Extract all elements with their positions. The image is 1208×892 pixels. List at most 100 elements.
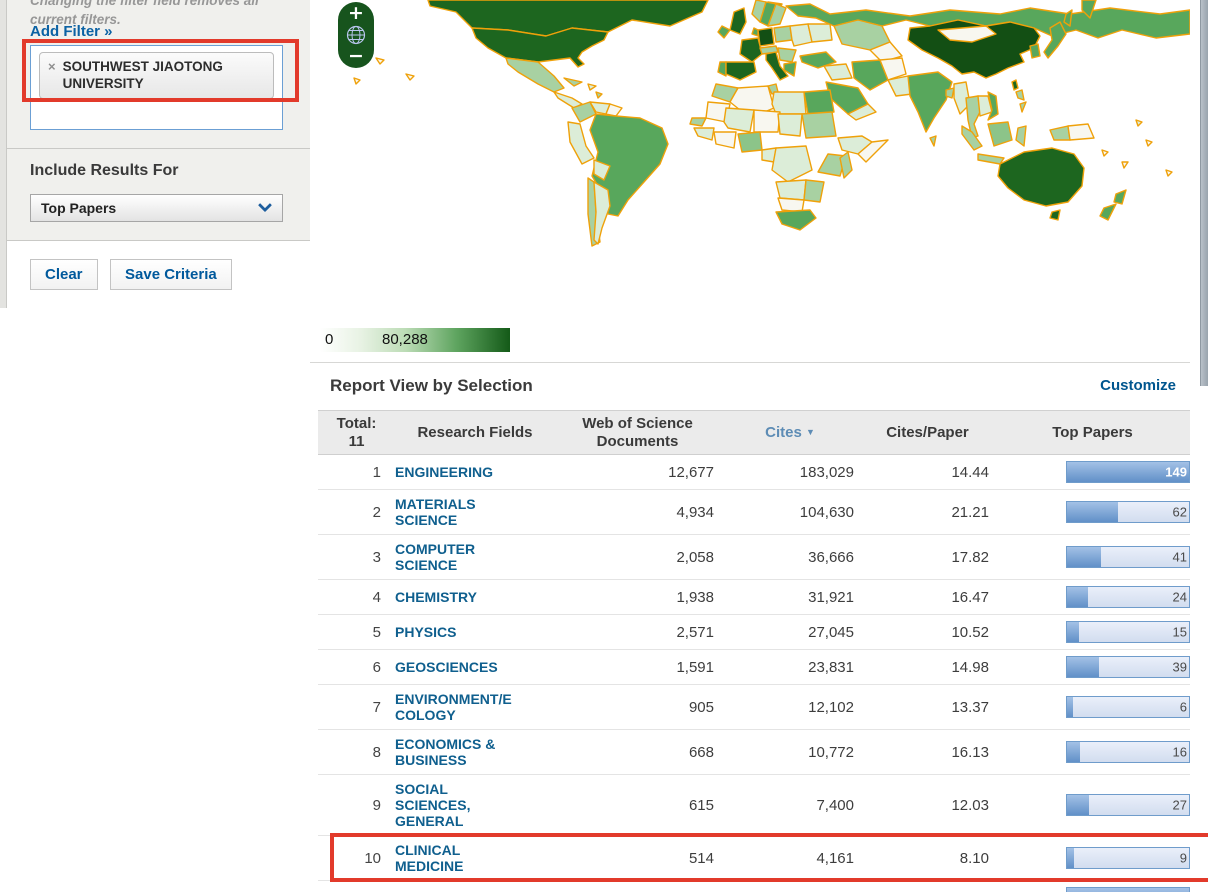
filter-tag: × SOUTHWEST JIAOTONG UNIVERSITY <box>39 52 274 99</box>
top-papers-cell: 6 <box>995 696 1190 718</box>
wos-documents-value: 2,571 <box>555 624 720 641</box>
research-field-link[interactable]: CLINICAL MEDICINE <box>395 842 555 874</box>
cites-value: 27,045 <box>720 624 860 641</box>
research-field-link[interactable]: ENVIRONMENT/E COLOGY <box>395 691 555 723</box>
top-papers-bar-fill <box>1067 657 1099 677</box>
save-criteria-button[interactable]: Save Criteria <box>110 259 232 290</box>
wos-documents-value: 2,058 <box>555 549 720 566</box>
row-rank: 3 <box>318 549 395 566</box>
row-rank: 10 <box>318 850 395 867</box>
research-field-link[interactable]: COMPUTER SCIENCE <box>395 541 555 573</box>
research-field-link[interactable]: ECONOMICS & BUSINESS <box>395 736 555 768</box>
top-papers-bar: 9 <box>1066 847 1190 869</box>
choropleth-world-map[interactable] <box>310 0 1190 310</box>
table-row: 6GEOSCIENCES1,59123,83114.9839 <box>318 650 1190 685</box>
report-header: Report View by Selection Customize <box>310 364 1208 410</box>
cites-value: 104,630 <box>720 504 860 521</box>
top-papers-cell: 149 <box>995 461 1190 483</box>
top-papers-value: 24 <box>1173 590 1187 605</box>
table-row: 1ENGINEERING12,677183,02914.44149 <box>318 455 1190 490</box>
cites-value: 183,029 <box>720 464 860 481</box>
column-header-cites-sort[interactable]: Cites ▼ <box>720 423 860 442</box>
top-papers-value: 27 <box>1173 798 1187 813</box>
sort-descending-icon: ▼ <box>806 427 815 437</box>
top-papers-value: 62 <box>1173 505 1187 520</box>
research-fields-table: Total: 11 Research Fields Web of Science… <box>318 410 1190 892</box>
top-papers-cell: 16 <box>995 741 1190 763</box>
cites-value: 36,666 <box>720 549 860 566</box>
top-papers-bar-fill <box>1067 697 1073 717</box>
customize-link[interactable]: Customize <box>1100 377 1176 394</box>
active-filters-box: × SOUTHWEST JIAOTONG UNIVERSITY <box>30 45 283 130</box>
top-papers-bar: 6 <box>1066 696 1190 718</box>
cites-per-paper-value: 17.82 <box>860 549 995 566</box>
main-content: + − 0 80,288 Report View by Selection Cu… <box>310 0 1208 892</box>
wos-documents-value: 905 <box>555 699 720 716</box>
cites-per-paper-value: 13.37 <box>860 699 995 716</box>
column-header-total: Total: 11 <box>318 415 395 451</box>
table-row: 5PHYSICS2,57127,04510.5215 <box>318 615 1190 650</box>
research-field-link[interactable]: MATERIALS SCIENCE <box>395 496 555 528</box>
top-papers-value: 16 <box>1173 745 1187 760</box>
globe-icon[interactable] <box>346 25 366 45</box>
table-row: 10CLINICAL MEDICINE5144,1618.109 <box>318 836 1190 881</box>
top-papers-bar: 15 <box>1066 621 1190 643</box>
map-zoom-control: + − <box>338 2 374 68</box>
top-papers-bar: 62 <box>1066 501 1190 523</box>
dropdown-selected-value: Top Papers <box>31 200 248 216</box>
zoom-in-button[interactable]: + <box>348 5 364 22</box>
cites-per-paper-value: 14.98 <box>860 659 995 676</box>
top-papers-bar-fill <box>1067 742 1080 762</box>
top-papers-bar: 16 <box>1066 741 1190 763</box>
research-field-link[interactable]: ENGINEERING <box>395 464 555 480</box>
column-header-wos-documents: Web of Science Documents <box>555 415 720 451</box>
chevron-down-icon <box>248 195 282 221</box>
cites-per-paper-value: 12.03 <box>860 797 995 814</box>
world-map-panel: + − 0 80,288 <box>310 0 1190 363</box>
top-papers-bar-fill <box>1067 547 1101 567</box>
row-rank: 6 <box>318 659 395 676</box>
legend-max-label: 80,288 <box>382 331 428 348</box>
top-papers-bar-fill <box>1067 848 1074 868</box>
map-color-legend: 0 80,288 <box>320 328 510 352</box>
cites-per-paper-value: 14.44 <box>860 464 995 481</box>
cites-value: 31,921 <box>720 589 860 606</box>
zoom-out-button[interactable]: − <box>348 48 364 65</box>
top-papers-cell: 24 <box>995 586 1190 608</box>
table-row: 4CHEMISTRY1,93831,92116.4724 <box>318 580 1190 615</box>
add-filter-link[interactable]: Add Filter » <box>30 23 113 40</box>
cites-value: 10,772 <box>720 744 860 761</box>
top-papers-cell: 15 <box>995 621 1190 643</box>
table-body: 1ENGINEERING12,677183,02914.441492MATERI… <box>318 455 1190 892</box>
clear-button[interactable]: Clear <box>30 259 98 290</box>
row-rank: 5 <box>318 624 395 641</box>
top-papers-bar: 413 <box>1066 887 1190 892</box>
top-papers-cell: 27 <box>995 794 1190 816</box>
row-rank: 7 <box>318 699 395 716</box>
row-rank: 4 <box>318 589 395 606</box>
cites-per-paper-value: 16.13 <box>860 744 995 761</box>
wos-documents-value: 1,591 <box>555 659 720 676</box>
table-header-row: Total: 11 Research Fields Web of Science… <box>318 410 1190 455</box>
wos-documents-value: 668 <box>555 744 720 761</box>
research-field-link[interactable]: PHYSICS <box>395 624 555 640</box>
row-rank: 1 <box>318 464 395 481</box>
top-papers-bar-fill <box>1067 795 1089 815</box>
top-papers-bar: 149 <box>1066 461 1190 483</box>
row-rank: 8 <box>318 744 395 761</box>
wos-documents-value: 514 <box>555 850 720 867</box>
top-papers-bar-fill <box>1067 587 1088 607</box>
top-papers-cell: 9 <box>995 847 1190 869</box>
filter-sidebar: Changing the filter field removes all cu… <box>0 0 310 892</box>
results-type-dropdown[interactable]: Top Papers <box>30 194 283 222</box>
legend-min-label: 0 <box>325 331 333 348</box>
vertical-scrollbar[interactable] <box>1200 0 1208 386</box>
top-papers-value: 6 <box>1180 700 1187 715</box>
top-papers-bar: 24 <box>1066 586 1190 608</box>
remove-filter-icon[interactable]: × <box>48 58 56 75</box>
top-papers-cell: 62 <box>995 501 1190 523</box>
research-field-link[interactable]: CHEMISTRY <box>395 589 555 605</box>
research-field-link[interactable]: SOCIAL SCIENCES, GENERAL <box>395 781 555 829</box>
table-row: 7ENVIRONMENT/E COLOGY90512,10213.376 <box>318 685 1190 730</box>
research-field-link[interactable]: GEOSCIENCES <box>395 659 555 675</box>
